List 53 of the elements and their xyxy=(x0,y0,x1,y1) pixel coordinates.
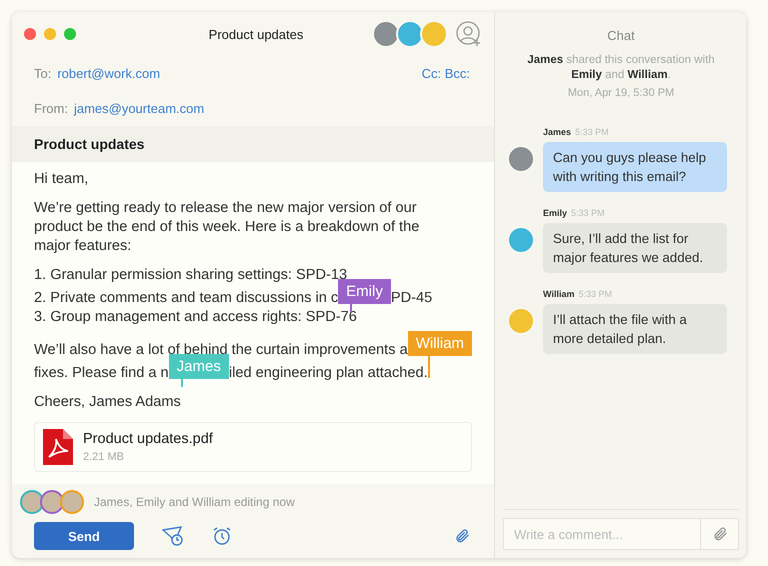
body-text: 3. Group management and access rights: SPD-76 xyxy=(34,308,357,327)
attachment-size: 2.21 MB xyxy=(83,451,125,463)
text-cursor xyxy=(428,356,430,378)
send-later-button[interactable] xyxy=(162,526,184,546)
comment-field[interactable]: Write a comment... xyxy=(503,518,702,550)
attachment-card[interactable]: Product updates.pdf 2.21 MB xyxy=(34,422,472,472)
share-notice: James shared this conversation with Emily and William. xyxy=(526,53,716,83)
cursor-label: Emily xyxy=(338,279,391,304)
body-text: product be the end of this week. Here is a breakdown of the xyxy=(34,218,420,237)
body-text: PD-45 xyxy=(390,289,432,308)
body-text: iled engineering plan attached. xyxy=(228,364,428,383)
cc-link[interactable]: Cc: xyxy=(422,66,442,81)
text-cursor xyxy=(350,304,352,312)
paperclip-icon xyxy=(712,526,728,542)
cursor-label: James xyxy=(168,354,229,379)
message-sender: William xyxy=(543,289,574,299)
attachment-name: Product updates.pdf xyxy=(83,431,213,447)
chat-title: Chat xyxy=(606,27,636,45)
body-text: major features: xyxy=(34,237,132,256)
message-sender: Emily xyxy=(543,208,568,218)
pdf-icon xyxy=(43,429,73,465)
share-date: Mon, Apr 19, 5:30 PM xyxy=(566,87,676,99)
add-user-icon[interactable] xyxy=(456,21,482,47)
email-subject: Product updates xyxy=(12,126,494,162)
minimize-button[interactable] xyxy=(44,28,56,40)
body-text: Hi team, xyxy=(34,170,88,189)
body-text: fixes. Please find a n xyxy=(34,364,169,383)
message-bubble: Can you guys please help with writing this email? xyxy=(543,142,728,192)
recipient-link[interactable]: robert@work.com xyxy=(57,66,160,81)
body-text: 2. Private comments and team discussions in c xyxy=(34,289,338,308)
bcc-link[interactable]: Bcc: xyxy=(444,66,470,81)
maximize-button[interactable] xyxy=(64,28,76,40)
message-time: 5:33 PM xyxy=(578,289,612,299)
editors-status: James, Emily and William editing now xyxy=(94,495,295,509)
text-cursor xyxy=(180,379,183,387)
message-time: 5:33 PM xyxy=(575,127,609,137)
alarm-button[interactable] xyxy=(212,526,232,546)
message-bubble: Sure, I’ll add the list for major features we added. xyxy=(543,223,728,273)
body-text: Cheers, James Adams xyxy=(34,393,181,412)
attach-button[interactable] xyxy=(454,528,470,544)
body-text: We’re getting ready to release the new major version of our xyxy=(34,199,417,218)
paperclip-icon xyxy=(454,528,470,544)
cursor-label: William xyxy=(408,331,472,356)
send-button[interactable]: Send xyxy=(34,522,134,550)
attach-button[interactable] xyxy=(701,518,740,550)
message-time: 5:33 PM xyxy=(571,208,605,218)
close-button[interactable] xyxy=(24,28,36,40)
sender-link[interactable]: james@yourteam.com xyxy=(74,101,204,116)
from-label: From: xyxy=(34,101,68,116)
message-sender: James xyxy=(543,127,572,137)
to-label: To: xyxy=(34,66,52,81)
window-title: Product updates xyxy=(208,26,304,42)
message-bubble: I’ll attach the file with a more detailed plan. xyxy=(543,304,728,354)
